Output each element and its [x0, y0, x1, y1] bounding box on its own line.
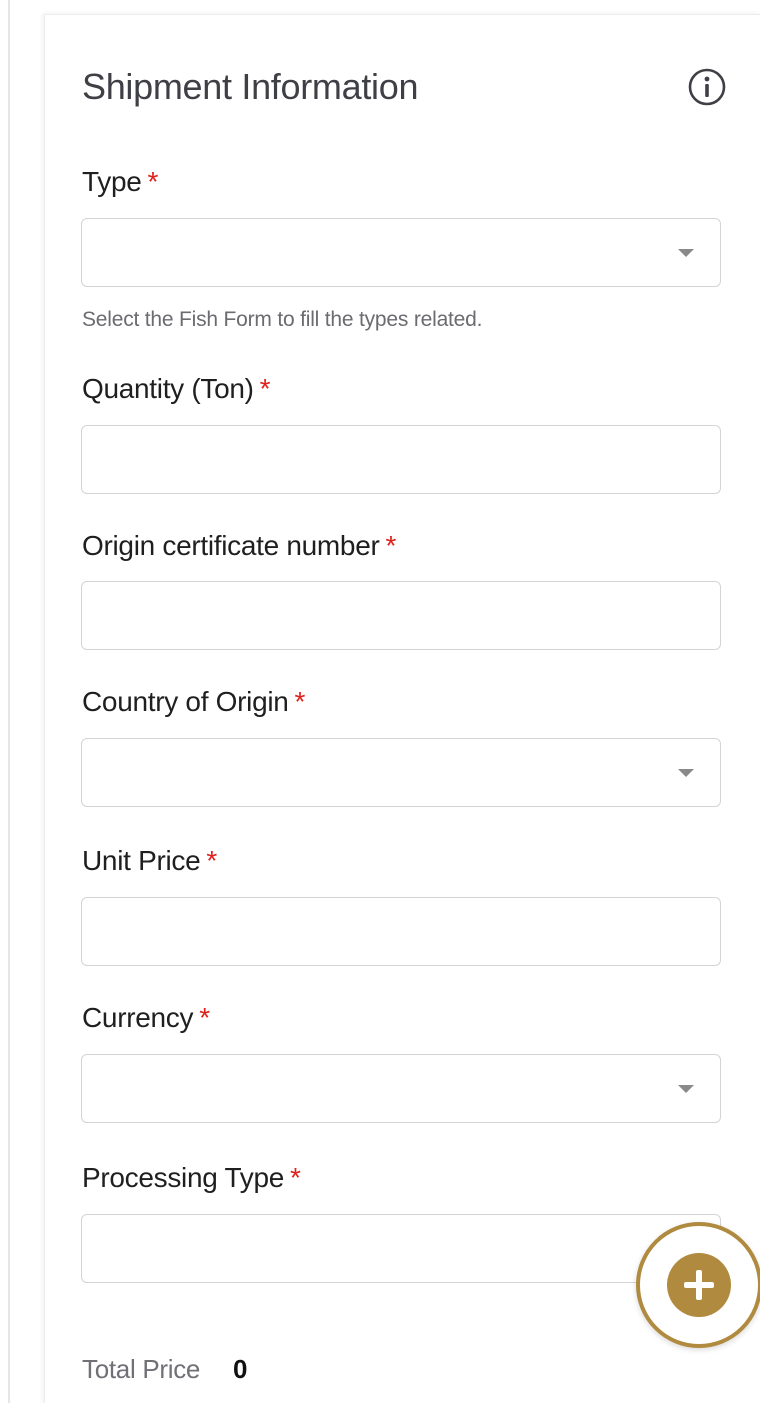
currency-label: Currency *	[82, 1002, 210, 1034]
quantity-field[interactable]	[81, 425, 721, 494]
origin-certificate-label: Origin certificate number *	[82, 530, 396, 562]
type-select[interactable]	[81, 218, 721, 287]
left-divider	[8, 0, 10, 1403]
country-of-origin-value[interactable]	[82, 739, 720, 806]
chevron-down-icon	[678, 249, 694, 257]
required-mark: *	[206, 845, 217, 876]
country-of-origin-label: Country of Origin *	[82, 686, 305, 718]
quantity-label: Quantity (Ton) *	[82, 373, 271, 405]
add-button[interactable]	[636, 1222, 760, 1348]
quantity-input[interactable]	[82, 426, 720, 493]
unit-price-label-text: Unit Price	[82, 845, 201, 876]
type-label-text: Type	[82, 166, 142, 197]
type-select-value[interactable]	[82, 219, 720, 286]
country-of-origin-select[interactable]	[81, 738, 721, 807]
unit-price-field[interactable]	[81, 897, 721, 966]
chevron-down-icon	[678, 769, 694, 777]
section-title: Shipment Information	[82, 66, 419, 107]
currency-select[interactable]	[81, 1054, 721, 1123]
unit-price-input[interactable]	[82, 898, 720, 965]
origin-certificate-label-text: Origin certificate number	[82, 530, 380, 561]
origin-certificate-field[interactable]	[81, 581, 721, 650]
chevron-down-icon	[678, 1085, 694, 1093]
required-mark: *	[147, 166, 159, 197]
info-icon[interactable]	[686, 66, 728, 108]
required-mark: *	[294, 686, 306, 717]
currency-value[interactable]	[82, 1055, 720, 1122]
type-label: Type *	[82, 166, 158, 198]
country-of-origin-label-text: Country of Origin	[82, 686, 289, 717]
processing-type-field[interactable]	[81, 1214, 721, 1283]
currency-label-text: Currency	[82, 1002, 194, 1033]
page: Shipment Information Type * Select the Fi…	[0, 0, 760, 1403]
origin-certificate-input[interactable]	[82, 582, 720, 649]
processing-type-label-text: Processing Type	[82, 1162, 284, 1193]
total-price-value: 0	[233, 1354, 248, 1384]
plus-icon	[667, 1253, 731, 1317]
total-price-label: Total Price	[82, 1354, 201, 1384]
required-mark: *	[199, 1002, 210, 1033]
required-mark: *	[259, 373, 271, 404]
processing-type-label: Processing Type *	[82, 1162, 301, 1194]
unit-price-label: Unit Price *	[82, 845, 217, 877]
required-mark: *	[385, 530, 397, 561]
type-hint: Select the Fish Form to fill the types r…	[82, 308, 483, 331]
quantity-label-text: Quantity (Ton)	[82, 373, 254, 404]
processing-type-input[interactable]	[82, 1215, 720, 1282]
required-mark: *	[290, 1162, 301, 1193]
